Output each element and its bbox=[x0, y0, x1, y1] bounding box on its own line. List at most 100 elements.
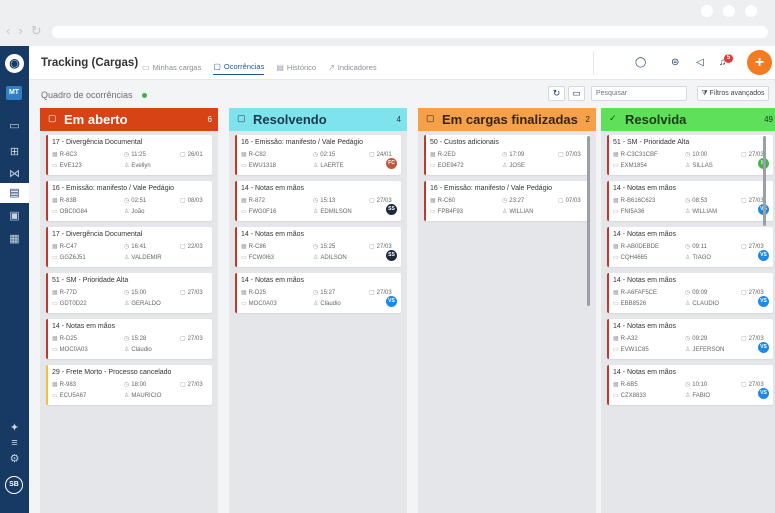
add-button[interactable]: + bbox=[747, 50, 772, 75]
assignee-avatar[interactable]: VS bbox=[386, 296, 397, 307]
occurrence-card[interactable]: 17 - Divergência Documental ▦ R-6C3 ◷ 11:25 ▢… bbox=[46, 135, 212, 175]
truck-icon: ▦ bbox=[52, 336, 58, 342]
load-ref: R-A6FAF5CE bbox=[620, 290, 658, 296]
assignee-avatar[interactable]: SS bbox=[386, 250, 397, 261]
top-header: Tracking (Cargas) ▭ Minhas cargas ▢ Ocorrên… bbox=[29, 46, 775, 80]
card-title: 14 - Notas em mãos bbox=[613, 231, 677, 238]
driver-name: ADILSON bbox=[320, 255, 347, 261]
assignee-avatar[interactable]: FC bbox=[386, 158, 397, 169]
user-avatar[interactable]: SB bbox=[5, 476, 23, 494]
driver-name: TIAGO bbox=[692, 255, 712, 261]
occurrence-card[interactable]: 16 - Emissão: manifesto / Vale Pedágio ▦ R… bbox=[235, 135, 401, 175]
search-input[interactable] bbox=[591, 86, 687, 101]
driver-name: WILLIAN bbox=[509, 209, 534, 215]
user-icon: ♙ bbox=[124, 301, 130, 307]
occurrence-card[interactable]: 50 - Custos adicionais ▦ R-2ED ◷ 17:09 ▢ 07/03… bbox=[424, 135, 590, 175]
occurrence-card[interactable]: 16 - Emissão: manifesto / Vale Pedágio ▦ R… bbox=[46, 181, 212, 221]
megaphone-icon[interactable]: ◁ bbox=[696, 57, 704, 68]
forward-icon[interactable]: › bbox=[18, 24, 22, 38]
window-dot[interactable] bbox=[701, 5, 713, 17]
report-icon[interactable]: ▦ bbox=[0, 229, 29, 249]
reload-icon[interactable]: ↻ bbox=[31, 24, 42, 38]
driver-name: LAERTE bbox=[320, 163, 344, 169]
map-icon[interactable]: ⊞ bbox=[0, 142, 29, 162]
column-header[interactable]: ✓ Resolvida 49 bbox=[601, 108, 775, 131]
card-time: 11:25 bbox=[131, 152, 146, 158]
monitor-button[interactable]: ▭ bbox=[568, 86, 585, 101]
occurrence-card[interactable]: 51 - SM - Prioridade Alta ▦ R-C3C31CBF ◷ 10:… bbox=[607, 135, 773, 175]
occurrence-card[interactable]: 14 - Notas em mãos ▦ R-A6FAF5CE ◷ 09:09 ▢ 27/0… bbox=[607, 273, 773, 313]
clock-icon: ◷ bbox=[124, 336, 130, 342]
truck-icon: ▦ bbox=[613, 152, 619, 158]
back-icon[interactable]: ‹ bbox=[6, 24, 10, 38]
vehicle-plate: EBB8526 bbox=[620, 301, 647, 307]
column-header[interactable]: ▢ Em aberto 6 bbox=[40, 108, 218, 131]
assignee-avatar[interactable]: VS bbox=[758, 388, 769, 399]
vehicle-plate-icon: ▭ bbox=[613, 255, 619, 261]
occurrence-card[interactable]: 14 - Notas em mãos ▦ R-D25 ◷ 15:27 ▢ 27/03 ▭ MOC… bbox=[235, 273, 401, 313]
occurrence-card[interactable]: 14 - Notas em mãos ▦ R-6B5 ◷ 10:10 ▢ 27/03 ▭ CZX… bbox=[607, 365, 773, 405]
column-header[interactable]: ▢ Resolvendo 4 bbox=[229, 108, 407, 131]
card-time: 09:29 bbox=[692, 336, 708, 342]
vehicle-plate-icon: ▭ bbox=[613, 347, 619, 353]
user-icon: ♙ bbox=[313, 255, 319, 261]
sidebar-item-tracking[interactable]: ▤ bbox=[0, 183, 29, 203]
occurrence-card[interactable]: 17 - Divergência Documental ▦ R-C47 ◷ 16:41 ▢… bbox=[46, 227, 212, 267]
network-icon[interactable]: ⋈ bbox=[0, 164, 29, 184]
tab-indicadores[interactable]: ↗ Indicadores bbox=[328, 59, 376, 75]
card-time: 09:09 bbox=[692, 290, 708, 296]
refresh-button[interactable]: ↻ bbox=[548, 86, 565, 101]
truck-icon: ▭ bbox=[142, 62, 150, 72]
occurrence-card[interactable]: 14 - Notas em mãos ▦ R-D25 ◷ 15:28 ▢ 27/03 ▭ MOC… bbox=[46, 319, 212, 359]
live-status-dot bbox=[142, 93, 147, 98]
load-ref: R-C47 bbox=[59, 244, 78, 250]
user-icon: ♙ bbox=[124, 163, 130, 169]
location-pin-icon[interactable]: ◉ bbox=[5, 54, 24, 73]
occurrence-card[interactable]: 14 - Notas em mãos ▦ R-872 ◷ 15:13 ▢ 27/03 ▭ FWG… bbox=[235, 181, 401, 221]
filter-icon: ⧩ bbox=[701, 90, 710, 97]
card-date: 07/03 bbox=[565, 198, 581, 204]
occurrence-card[interactable]: 14 - Notas em mãos ▦ R-AB0DEBDE ◷ 09:11 ▢ 27/0… bbox=[607, 227, 773, 267]
settings-icon[interactable]: ⚙ bbox=[0, 449, 29, 469]
card-date: 27/03 bbox=[748, 336, 764, 342]
column-scrollbar[interactable] bbox=[587, 136, 590, 306]
occurrence-card[interactable]: 51 - SM - Prioridade Alta ▦ R-77D ◷ 15:00 ▢ 27… bbox=[46, 273, 212, 313]
load-ref: R-C60 bbox=[437, 198, 456, 204]
tab-bar: ▭ Minhas cargas ▢ Ocorrências ▤ Histórico ↗ Ind… bbox=[142, 59, 377, 75]
column-header[interactable]: ▢ Em cargas finalizadas 2 bbox=[418, 108, 596, 131]
assignee-avatar[interactable]: SS bbox=[386, 204, 397, 215]
card-time: 02:15 bbox=[320, 152, 336, 158]
tab-hist-rico[interactable]: ▤ Histórico bbox=[276, 59, 316, 75]
tab-ocorr-ncias[interactable]: ▢ Ocorrências bbox=[213, 59, 265, 75]
occurrence-card[interactable]: 14 - Notas em mãos ▦ R-A32 ◷ 09:29 ▢ 27/03 ▭ EVW… bbox=[607, 319, 773, 359]
card-title: 16 - Emissão: manifesto / Vale Pedágio bbox=[241, 139, 364, 146]
clock-icon: ◷ bbox=[685, 382, 691, 388]
assignee-avatar[interactable]: VS bbox=[758, 250, 769, 261]
notification-badge: 5 bbox=[724, 54, 733, 63]
user-icon: ♙ bbox=[124, 209, 130, 215]
occurrence-card[interactable]: 14 - Notas em mãos ▦ R-B616C623 ◷ 08:53 ▢ 27/0… bbox=[607, 181, 773, 221]
driver-name: SILLAS bbox=[692, 163, 713, 169]
assignee-avatar[interactable]: VS bbox=[758, 296, 769, 307]
address-bar[interactable] bbox=[52, 26, 768, 38]
occurrence-card[interactable]: 14 - Notas em mãos ▦ R-C86 ◷ 15:25 ▢ 27/03 ▭ FCW… bbox=[235, 227, 401, 267]
occurrence-card[interactable]: 16 - Emissão: manifesto / Vale Pedágio ▦ R… bbox=[424, 181, 590, 221]
truck-icon: ▦ bbox=[430, 198, 436, 204]
truck-icon[interactable]: ▭ bbox=[0, 116, 29, 136]
window-dot[interactable] bbox=[745, 5, 757, 17]
chat-icon[interactable]: ◯ bbox=[635, 57, 646, 68]
load-ref: R-6C3 bbox=[59, 152, 78, 158]
occurrence-card[interactable]: 29 - Frete Morto - Processo cancelado ▦ R-… bbox=[46, 365, 212, 405]
column-scrollbar[interactable] bbox=[763, 136, 766, 226]
window-dot[interactable] bbox=[723, 5, 735, 17]
advanced-filters-button[interactable]: ⧩ Filtros avançados bbox=[697, 86, 769, 101]
card-list: 51 - SM - Prioridade Alta ▦ R-C3C31CBF ◷ 10:… bbox=[607, 135, 773, 411]
card-time: 02:51 bbox=[131, 198, 147, 204]
user-icon: ♙ bbox=[685, 301, 691, 307]
messages-icon[interactable]: ⊜ bbox=[671, 57, 679, 68]
assignee-avatar[interactable]: VS bbox=[758, 342, 769, 353]
cards-icon[interactable]: ▣ bbox=[0, 206, 29, 226]
user-icon: ♙ bbox=[124, 255, 130, 261]
tab-minhas-cargas[interactable]: ▭ Minhas cargas bbox=[142, 59, 201, 75]
org-badge[interactable]: MT bbox=[6, 86, 22, 100]
